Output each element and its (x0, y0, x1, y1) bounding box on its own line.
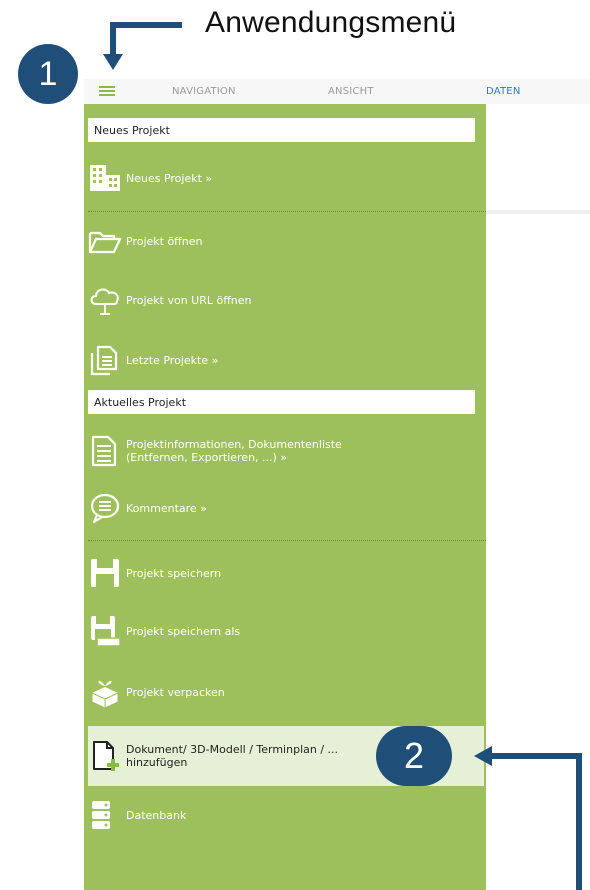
recent-files-icon (88, 343, 126, 377)
database-icon (88, 798, 126, 832)
menu-item-save-project-as-label: Projekt speichern als (126, 624, 241, 638)
menu-item-project-info-label: Projektinformationen, Dokumentenliste (E… (126, 438, 342, 464)
menu-item-recent-projects-label: Letzte Projekte » (126, 353, 219, 367)
menu-item-database-label: Datenbank (126, 808, 187, 822)
menu-item-save-project-as[interactable]: Projekt speichern als (88, 612, 484, 650)
menu-item-open-project-label: Projekt öffnen (126, 234, 203, 248)
callout-arrow-1-horizontal (110, 22, 182, 28)
section-header-new-project: Neues Projekt (88, 118, 475, 142)
menu-item-save-project[interactable]: Projekt speichern (88, 554, 484, 592)
new-document-icon (88, 738, 126, 774)
tab-ansicht[interactable]: ANSICHT (328, 86, 374, 97)
section-header-current-project: Aktuelles Projekt (88, 390, 475, 414)
menu-item-new-project-label: Neues Projekt » (126, 171, 213, 185)
menu-item-database[interactable]: Datenbank (88, 796, 484, 834)
menu-item-recent-projects[interactable]: Letzte Projekte » (88, 340, 484, 380)
menu-item-pack-project-label: Projekt verpacken (126, 685, 225, 699)
callout-badge-2: 2 (376, 726, 452, 786)
menu-item-open-project[interactable]: Projekt öffnen (88, 224, 484, 258)
callout-arrow-2-head (474, 746, 492, 766)
app-menu-callout-label: Anwendungsmenü (205, 6, 457, 39)
folder-open-icon (88, 227, 126, 255)
menu-item-pack-project[interactable]: Projekt verpacken (88, 672, 484, 712)
project-info-line-2: (Entfernen, Exportieren, ...) » (126, 451, 288, 464)
menu-item-comments[interactable]: Kommentare » (88, 490, 484, 526)
buildings-icon (88, 163, 126, 193)
callout-badge-1: 1 (18, 44, 78, 104)
menu-item-open-from-url[interactable]: Projekt von URL öffnen (88, 282, 484, 318)
package-box-icon (88, 675, 126, 709)
callout-arrow-1-head (103, 54, 123, 70)
menu-item-project-info[interactable]: Projektinformationen, Dokumentenliste (E… (88, 428, 484, 474)
cloud-download-icon (88, 284, 126, 316)
callout-arrow-2-vertical (576, 755, 582, 890)
ribbon-content-area (486, 104, 590, 214)
callout-arrow-2-horizontal (490, 753, 582, 759)
menu-separator (88, 540, 486, 541)
tab-daten[interactable]: DATEN (486, 86, 521, 97)
menu-item-open-from-url-label: Projekt von URL öffnen (126, 293, 252, 307)
document-list-icon (88, 434, 126, 468)
menu-item-comments-label: Kommentare » (126, 501, 207, 515)
menu-separator (88, 211, 486, 212)
menu-item-save-project-label: Projekt speichern (126, 566, 222, 580)
project-info-line-1: Projektinformationen, Dokumentenliste (126, 438, 342, 451)
floppy-disk-icon (88, 557, 126, 589)
save-as-icon (88, 614, 126, 648)
menu-item-new-project[interactable]: Neues Projekt » (88, 160, 484, 196)
comment-bubble-icon (88, 492, 126, 524)
application-menu-button[interactable] (96, 84, 118, 100)
add-document-line-2: hinzufügen (126, 756, 188, 769)
add-document-line-1: Dokument/ 3D-Modell / Terminplan / ... (126, 743, 339, 756)
tab-navigation[interactable]: NAVIGATION (172, 86, 236, 97)
menu-item-add-document-label: Dokument/ 3D-Modell / Terminplan / ... h… (126, 743, 338, 769)
